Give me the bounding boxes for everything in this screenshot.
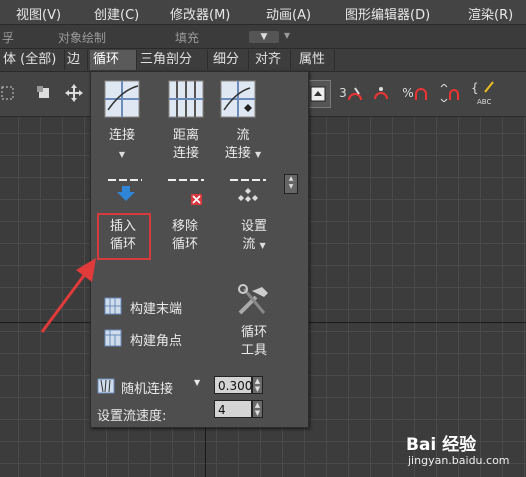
- build-corner-button[interactable]: 构建角点: [130, 330, 182, 349]
- ribbon-tabbar: 体 (全部) 边 循环 三角剖分 细分 对齐 属性: [0, 49, 526, 72]
- spinner-up-icon: ▲: [288, 175, 294, 182]
- set-flow-button[interactable]: 设置 流 ▼: [226, 218, 282, 255]
- loop-tools-label-2: 工具: [240, 343, 267, 358]
- loop-tools-button[interactable]: 循环 工具: [232, 324, 276, 360]
- menu-animation[interactable]: 动画(A): [262, 4, 315, 23]
- flow-connect-label-2: 连接: [224, 146, 251, 161]
- ribbon-subbar: 孚 对象绘制 填充 ▼ ▾: [0, 25, 526, 49]
- tab-all[interactable]: 体 (全部): [0, 50, 65, 70]
- angle-snap-icon[interactable]: 3: [336, 80, 366, 106]
- row-spinner[interactable]: ▲ ▼: [284, 174, 298, 194]
- loop-tools-icon[interactable]: [236, 283, 272, 323]
- svg-text:{: {: [471, 81, 479, 95]
- watermark: Bai 经验 jingyan.baidu.com: [398, 428, 526, 477]
- flow-connect-icon[interactable]: [220, 80, 258, 122]
- connect-caret-icon: ▼: [118, 150, 126, 159]
- set-flow-label-1: 设置: [240, 219, 267, 234]
- tab-align[interactable]: 对齐: [252, 50, 291, 70]
- distance-connect-button[interactable]: 距离 连接: [164, 127, 208, 163]
- menu-graph-editors[interactable]: 图形编辑器(D): [341, 4, 434, 23]
- chevron-down-icon: ▼: [260, 32, 268, 42]
- move-icon[interactable]: [62, 80, 86, 106]
- spinner-snap-icon[interactable]: [436, 80, 462, 106]
- connect-label: 连接: [108, 128, 135, 143]
- remove-loop-label-1: 移除: [171, 219, 198, 234]
- percent-snap-label: %: [402, 86, 414, 100]
- tab-subdivision[interactable]: 细分: [210, 50, 249, 70]
- flow-connect-label-1: 流: [236, 128, 250, 143]
- tab-edges[interactable]: 边: [64, 50, 88, 70]
- menu-create[interactable]: 创建(C): [90, 4, 143, 23]
- connect-icon[interactable]: [104, 80, 140, 122]
- random-connect-spinner[interactable]: ▲ ▼: [252, 376, 263, 394]
- subbar-left-text: 孚: [2, 31, 15, 45]
- spinner-down-icon: ▼: [288, 183, 294, 190]
- remove-loop-button[interactable]: 移除 循环: [162, 218, 208, 254]
- set-flow-speed-label: 设置流速度:: [97, 409, 167, 424]
- random-connect-button[interactable]: 随机连接: [121, 378, 173, 397]
- percent-snap-icon[interactable]: %: [400, 80, 430, 106]
- watermark-logo: Bai 经验: [406, 435, 477, 455]
- loop-tools-label-1: 循环: [240, 325, 267, 340]
- connect-button[interactable]: 连接 ▼: [100, 127, 144, 164]
- insert-loop-highlight: [97, 213, 151, 260]
- snap-icon[interactable]: [370, 80, 392, 106]
- insert-loop-icon[interactable]: [106, 176, 146, 210]
- menu-modifiers[interactable]: 修改器(M): [166, 4, 234, 23]
- watermark-url: jingyan.baidu.com: [408, 454, 510, 467]
- menu-bar: 视图(V) 创建(C) 修改器(M) 动画(A) 图形编辑器(D) 渲染(R): [0, 0, 526, 25]
- distance-connect-label-2: 连接: [172, 146, 199, 161]
- flow-connect-caret-icon: ▼: [255, 150, 262, 159]
- fill-label[interactable]: 填充: [175, 29, 199, 46]
- random-connect-caret-icon[interactable]: ▼: [194, 378, 200, 387]
- set-flow-speed-value[interactable]: 4: [214, 400, 252, 418]
- abc-label: ABC: [477, 98, 491, 106]
- random-connect-icon[interactable]: [97, 378, 115, 398]
- remove-loop-icon[interactable]: [166, 176, 206, 210]
- menu-rendering[interactable]: 渲染(R): [464, 4, 517, 23]
- build-end-icon[interactable]: [104, 297, 122, 319]
- remove-loop-label-2: 循环: [171, 237, 198, 252]
- build-corner-icon[interactable]: [104, 329, 122, 351]
- set-flow-caret-icon: ▼: [259, 241, 266, 250]
- distance-connect-icon[interactable]: [168, 80, 204, 122]
- set-flow-speed-spinner[interactable]: ▲ ▼: [252, 400, 263, 418]
- object-paint-label[interactable]: 对象绘制: [58, 29, 106, 46]
- set-flow-icon[interactable]: [228, 176, 268, 210]
- distance-connect-label-1: 距离: [172, 128, 199, 143]
- tab-properties[interactable]: 属性: [296, 50, 335, 70]
- set-flow-label-2: 流: [242, 237, 256, 252]
- select-region-icon[interactable]: [0, 80, 16, 106]
- subbar-dropdown-caret[interactable]: ▾: [284, 28, 290, 42]
- subbar-dropdown[interactable]: ▼: [249, 31, 279, 43]
- edit-named-selection-icon[interactable]: { ABC: [470, 80, 500, 106]
- menu-view[interactable]: 视图(V): [12, 4, 65, 23]
- annotation-arrow-icon: [40, 258, 96, 333]
- random-connect-value[interactable]: 0.300: [214, 376, 252, 394]
- build-end-button[interactable]: 构建末端: [130, 298, 182, 317]
- angle-snap-label: 3: [339, 86, 347, 100]
- tab-loops[interactable]: 循环: [90, 50, 137, 70]
- flow-connect-button[interactable]: 流 连接 ▼: [218, 127, 268, 164]
- tab-tessellation[interactable]: 三角剖分: [137, 50, 208, 70]
- window-crossing-icon[interactable]: [32, 80, 56, 106]
